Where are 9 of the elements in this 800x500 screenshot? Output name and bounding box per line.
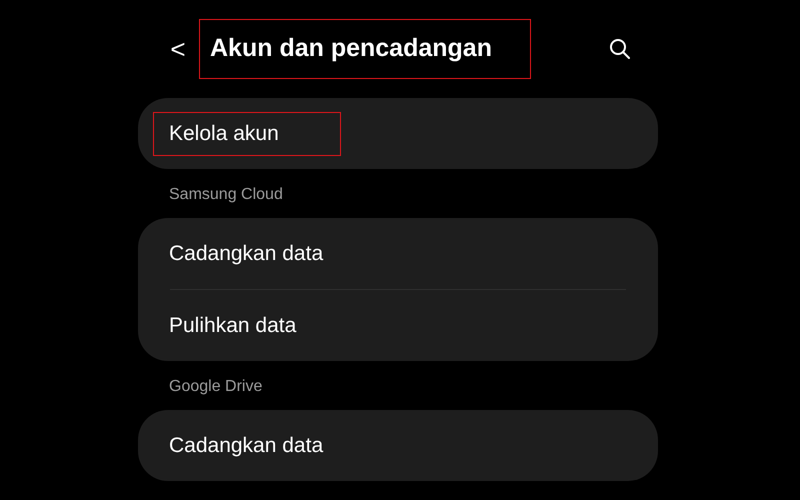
back-button[interactable]: < xyxy=(166,34,190,64)
search-icon[interactable] xyxy=(608,37,632,61)
settings-item[interactable]: Cadangkan data xyxy=(153,424,340,468)
window-title: Akun dan pencadangan xyxy=(199,19,531,79)
settings-item[interactable]: Pulihkan data xyxy=(153,304,312,348)
section-heading: Samsung Cloud xyxy=(169,184,283,204)
settings-item[interactable]: Kelola akun xyxy=(153,112,341,156)
section-heading: Google Drive xyxy=(169,376,262,396)
settings-item[interactable]: Cadangkan data xyxy=(153,232,340,276)
